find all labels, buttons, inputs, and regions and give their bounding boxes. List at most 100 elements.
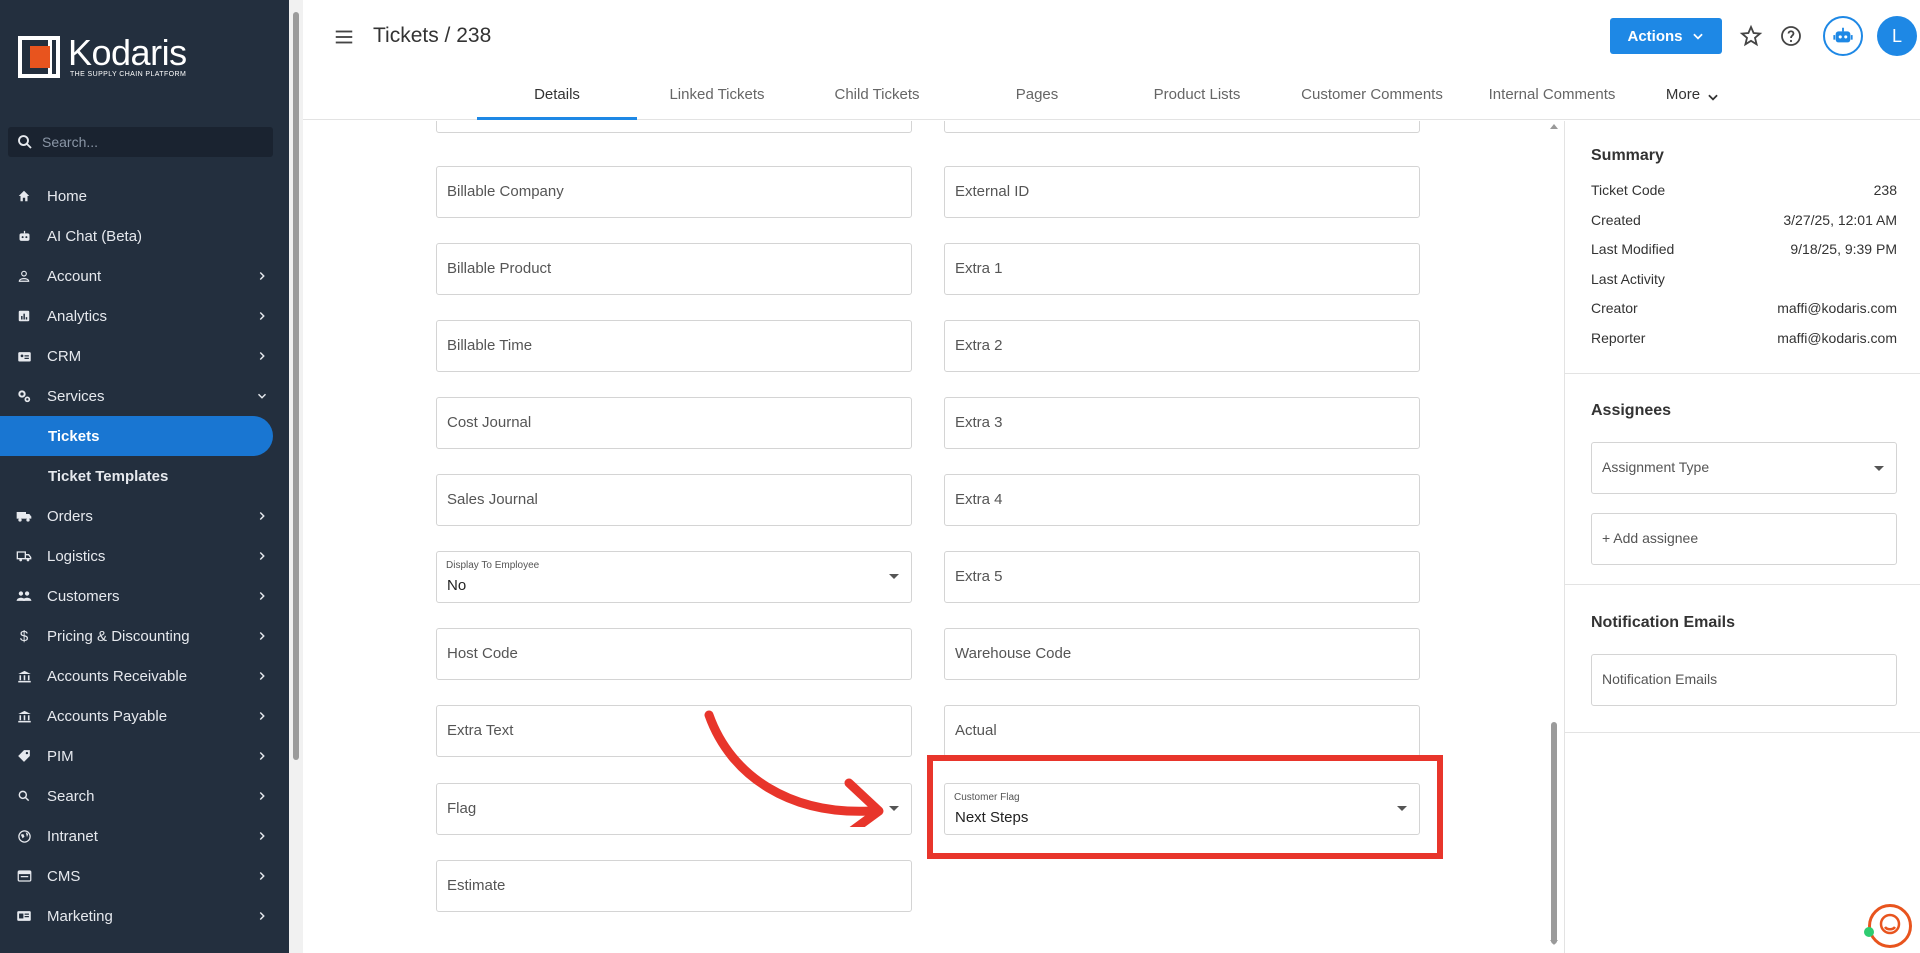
tab-internal-comments[interactable]: Internal Comments — [1467, 86, 1637, 103]
avatar[interactable]: L — [1877, 16, 1917, 56]
sidebar-item-label: Search — [47, 787, 95, 805]
scroll-up-arrow-icon[interactable] — [1550, 124, 1558, 129]
star-icon[interactable] — [1739, 24, 1763, 48]
home-icon — [16, 188, 32, 204]
details-side-panel: Summary Ticket Code 238 Created 3/27/25, 1… — [1564, 121, 1920, 953]
sidebar-item-ticket-templates[interactable]: Ticket Templates — [0, 456, 289, 496]
sidebar-item-label: Intranet — [47, 827, 98, 845]
sidebar-item-label: Home — [47, 187, 88, 205]
chevron-down-icon — [1692, 33, 1703, 40]
notification-emails-section: Notification Emails Notification Emails — [1565, 585, 1920, 733]
sidebar-item-cms[interactable]: CMS — [0, 856, 289, 896]
actions-button[interactable]: Actions — [1610, 18, 1722, 54]
sidebar-item-pim[interactable]: PIM — [0, 736, 289, 776]
notification-emails-input[interactable]: Notification Emails — [1591, 654, 1897, 706]
sidebar-item-label: Marketing — [47, 907, 113, 925]
cost-journal-field[interactable]: Cost Journal — [436, 397, 912, 449]
sidebar-item-search[interactable]: Search — [0, 776, 289, 816]
crm-icon — [16, 348, 32, 364]
sidebar-item-crm[interactable]: CRM — [0, 336, 289, 376]
shipping-icon — [16, 548, 32, 564]
form-field[interactable] — [436, 121, 912, 133]
chevron-right-icon — [259, 911, 265, 921]
kodaris-logo[interactable]: Kodaris THE SUPPLY CHAIN PLATFORM — [18, 35, 187, 78]
chevron-right-icon — [259, 631, 265, 641]
extra-1-field[interactable]: Extra 1 — [944, 243, 1420, 295]
warehouse-code-field[interactable]: Warehouse Code — [944, 628, 1420, 680]
globe-icon — [16, 828, 32, 844]
billable-company-field[interactable]: Billable Company — [436, 166, 912, 218]
summary-row: Creator maffi@kodaris.com — [1591, 300, 1897, 316]
kodaris-logo-mark-icon — [18, 36, 60, 78]
person-icon — [16, 268, 32, 284]
robot-icon — [16, 228, 32, 244]
summary-row: Last Activity — [1591, 271, 1665, 287]
chevron-right-icon — [259, 311, 265, 321]
sidebar-item-accounts-payable[interactable]: Accounts Payable — [0, 696, 289, 736]
extra-5-field[interactable]: Extra 5 — [944, 551, 1420, 603]
chat-widget-button[interactable] — [1868, 904, 1912, 948]
details-form: Billable Company Billable Product Billab… — [303, 121, 1550, 953]
actual-field[interactable]: Actual — [944, 705, 1420, 757]
extra-2-field[interactable]: Extra 2 — [944, 320, 1420, 372]
sidebar-item-services[interactable]: Services — [0, 376, 289, 416]
sidebar-item-label: Services — [47, 387, 105, 405]
highlight-box — [927, 755, 1443, 859]
estimate-field[interactable]: Estimate — [436, 860, 912, 912]
logo-tagline: THE SUPPLY CHAIN PLATFORM — [70, 71, 187, 78]
sidebar-item-accounts-receivable[interactable]: Accounts Receivable — [0, 656, 289, 696]
sidebar-search-input[interactable] — [42, 134, 262, 150]
sidebar-item-home[interactable]: Home — [0, 176, 289, 216]
sidebar-item-label: Logistics — [47, 547, 106, 565]
billable-time-field[interactable]: Billable Time — [436, 320, 912, 372]
sidebar-item-label: CRM — [47, 347, 82, 365]
add-assignee-button[interactable]: + Add assignee — [1591, 513, 1897, 565]
sidebar-item-intranet[interactable]: Intranet — [0, 816, 289, 856]
extra-3-field[interactable]: Extra 3 — [944, 397, 1420, 449]
tab-details[interactable]: Details — [477, 86, 637, 103]
extra-4-field[interactable]: Extra 4 — [944, 474, 1420, 526]
sidebar-item-logistics[interactable]: Logistics — [0, 536, 289, 576]
sales-journal-field[interactable]: Sales Journal — [436, 474, 912, 526]
ai-assistant-button[interactable] — [1823, 16, 1863, 56]
sidebar-item-analytics[interactable]: Analytics — [0, 296, 289, 336]
sidebar-nav: Home AI Chat (Beta) Account Analytics CR… — [0, 176, 289, 936]
sidebar-item-orders[interactable]: Orders — [0, 496, 289, 536]
tab-customer-comments[interactable]: Customer Comments — [1277, 86, 1467, 103]
scroll-down-arrow-icon[interactable] — [1550, 940, 1558, 945]
tab-linked-tickets[interactable]: Linked Tickets — [637, 86, 797, 103]
online-status-dot — [1864, 927, 1874, 937]
form-field[interactable] — [944, 121, 1420, 133]
assignees-title: Assignees — [1591, 402, 1672, 419]
summary-section: Summary Ticket Code 238 Created 3/27/25, 1… — [1565, 121, 1920, 374]
sidebar-item-marketing[interactable]: Marketing — [0, 896, 289, 936]
chevron-right-icon — [259, 591, 265, 601]
sidebar-item-ai-chat[interactable]: AI Chat (Beta) — [0, 216, 289, 256]
summary-row: Reporter maffi@kodaris.com — [1591, 330, 1897, 346]
chevron-right-icon — [259, 511, 265, 521]
people-icon — [16, 588, 32, 604]
sidebar-search[interactable] — [8, 127, 273, 157]
assignment-type-select[interactable]: Assignment Type — [1591, 442, 1897, 494]
sidebar-item-label: AI Chat (Beta) — [47, 227, 143, 245]
content-scrollbar-thumb[interactable] — [1551, 722, 1557, 944]
sidebar-scrollbar[interactable] — [289, 0, 303, 953]
display-to-employee-select[interactable]: Display To Employee No — [436, 551, 912, 603]
sidebar-scrollbar-thumb[interactable] — [293, 12, 299, 760]
notification-emails-title: Notification Emails — [1591, 614, 1736, 631]
content-scrollbar[interactable] — [1547, 121, 1561, 953]
menu-icon[interactable] — [333, 26, 355, 48]
sidebar-item-pricing[interactable]: $ Pricing & Discounting — [0, 616, 289, 656]
tab-product-lists[interactable]: Product Lists — [1117, 86, 1277, 103]
sidebar-item-account[interactable]: Account — [0, 256, 289, 296]
tab-more[interactable]: More — [1653, 86, 1733, 104]
sidebar-item-customers[interactable]: Customers — [0, 576, 289, 616]
tab-child-tickets[interactable]: Child Tickets — [797, 86, 957, 103]
sidebar-item-tickets[interactable]: Tickets — [0, 416, 273, 456]
help-icon[interactable] — [1779, 24, 1803, 48]
tab-pages[interactable]: Pages — [957, 86, 1117, 103]
truck-icon — [16, 508, 32, 524]
external-id-field[interactable]: External ID — [944, 166, 1420, 218]
billable-product-field[interactable]: Billable Product — [436, 243, 912, 295]
host-code-field[interactable]: Host Code — [436, 628, 912, 680]
